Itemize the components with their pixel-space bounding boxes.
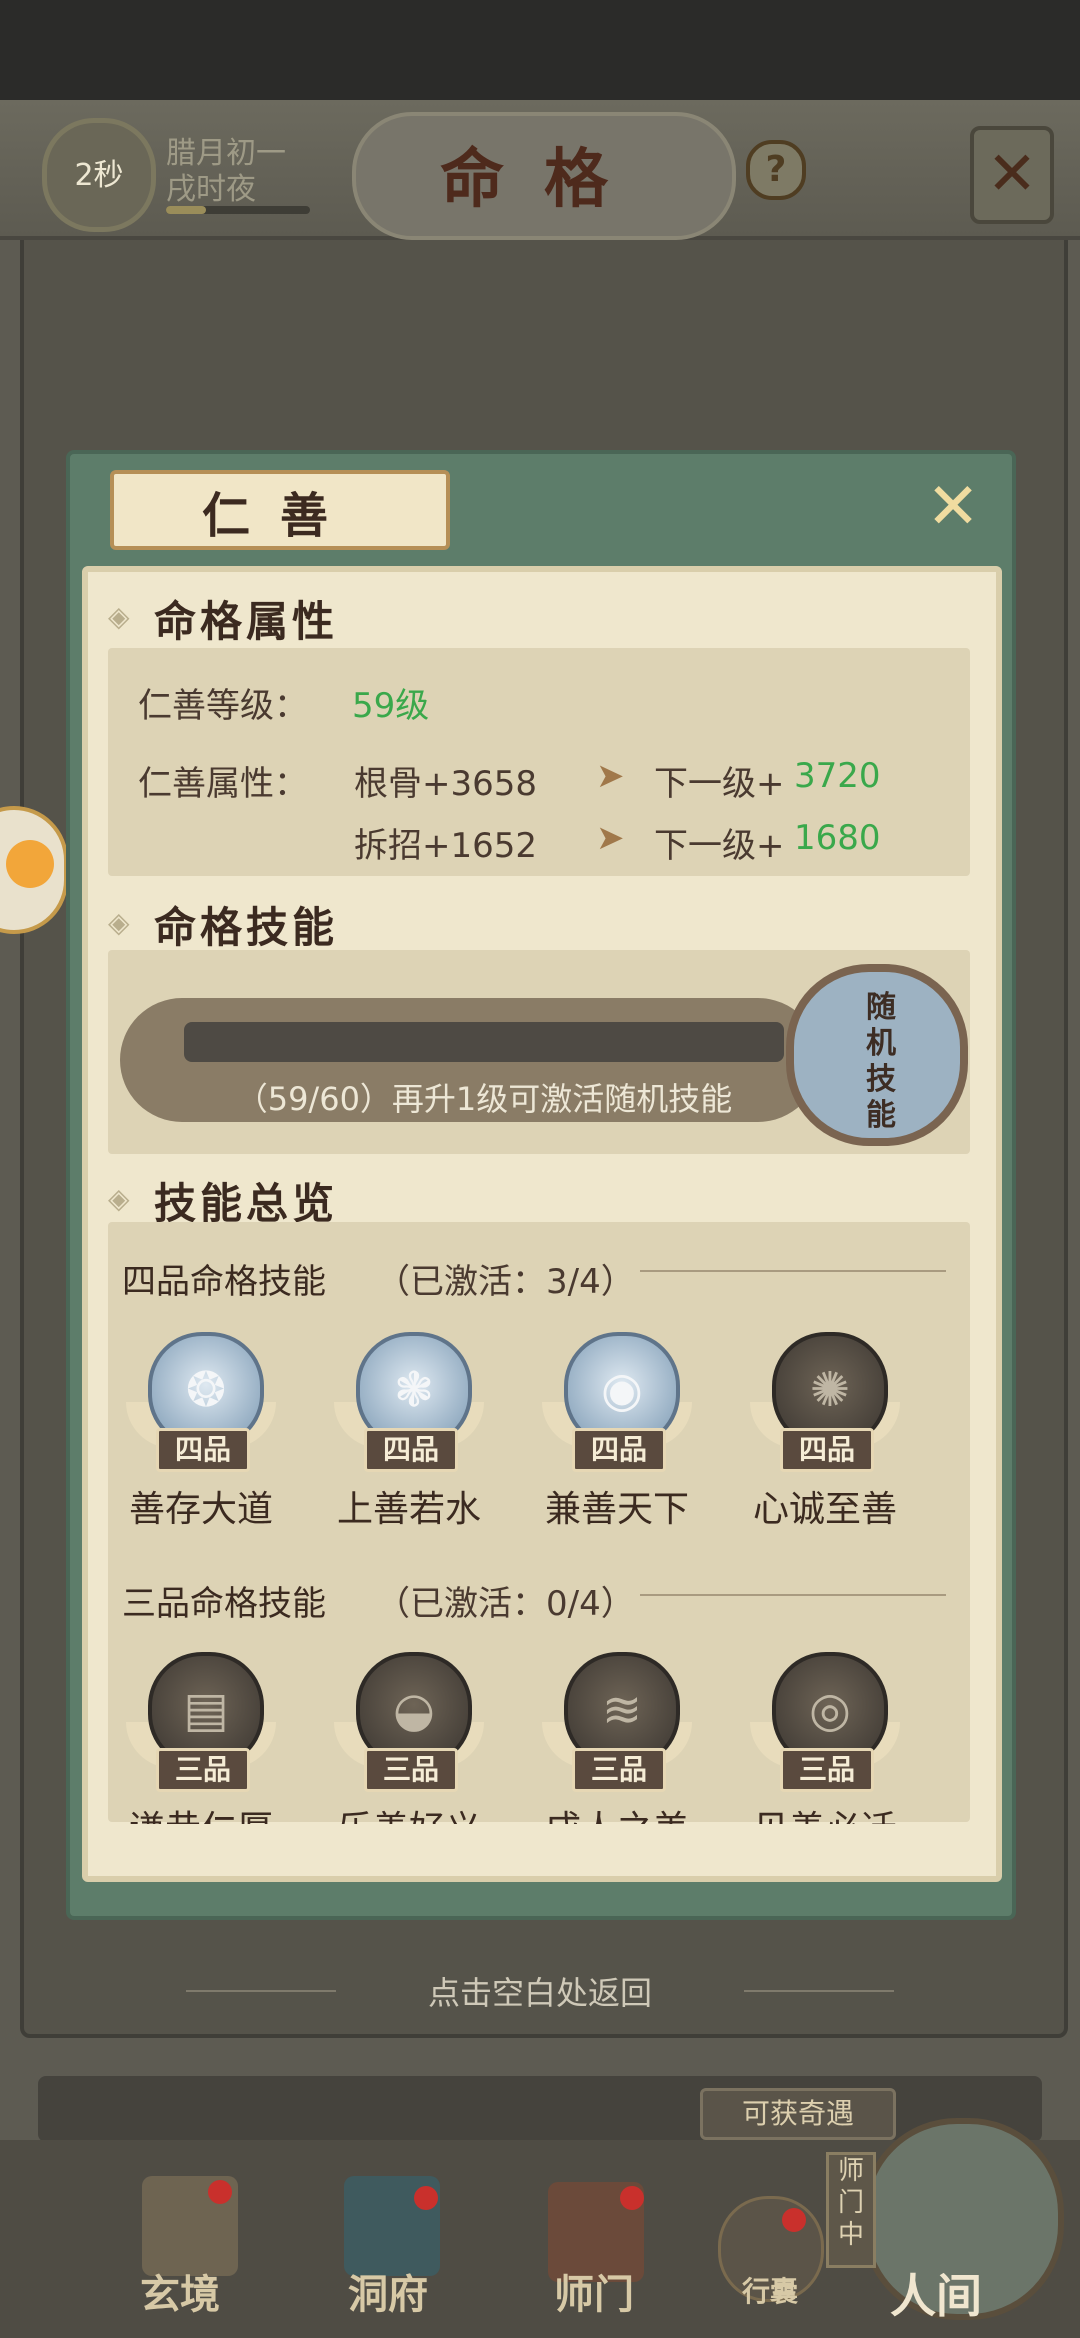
grade-badge: 三品 [572, 1748, 666, 1792]
sect-status-tag: 师门中 [826, 2152, 876, 2268]
tap-blank-to-return[interactable]: 点击空白处返回 [0, 1968, 1080, 2014]
notification-dot [782, 2208, 806, 2232]
nav-renjian[interactable]: 人间 [890, 2260, 982, 2326]
nav-dongfu[interactable]: 洞府 [348, 2262, 428, 2320]
notification-dot [414, 2186, 438, 2210]
notification-dot [620, 2186, 644, 2210]
grade-badge: 三品 [780, 1748, 874, 1792]
grade-badge: 三品 [156, 1748, 250, 1792]
nav-shimen[interactable]: 师门 [554, 2262, 634, 2320]
notification-dot [208, 2180, 232, 2204]
nav-xuanjing[interactable]: 玄境 [140, 2262, 220, 2320]
grade-badge: 三品 [364, 1748, 458, 1792]
obtainable-adventure-badge[interactable]: 可获奇遇 [700, 2088, 896, 2140]
nav-xingnang[interactable]: 行囊 [742, 2270, 798, 2310]
